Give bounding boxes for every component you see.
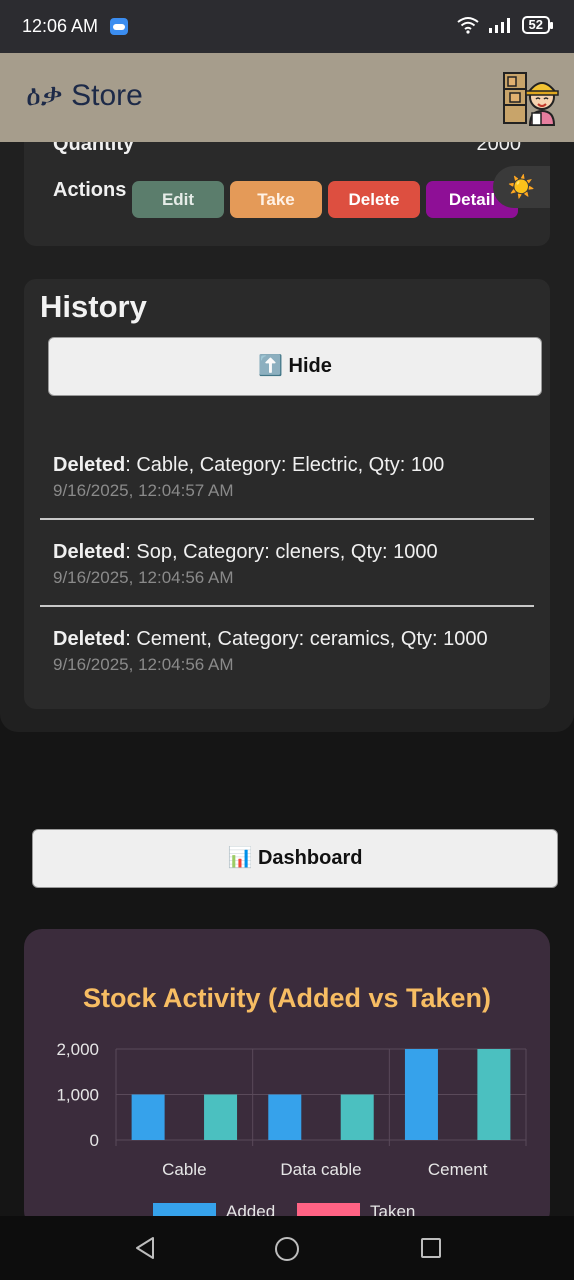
y-tick-label: 1,000 <box>56 1086 99 1105</box>
history-entry: Deleted: Sop, Category: cleners, Qty: 10… <box>40 539 534 589</box>
worker-avatar-icon[interactable] <box>502 69 560 127</box>
bar-taken-data-cable <box>340 1094 374 1140</box>
actions-label: Actions <box>53 179 127 201</box>
history-entry: Deleted: Cable, Category: Electric, Qty:… <box>40 452 534 502</box>
app-title: ዕቃ Store <box>26 79 143 112</box>
stock-activity-chart: 01,0002,000Cable Data cable CementAdded Tak… <box>56 1040 527 1221</box>
recent-apps-icon[interactable] <box>421 1238 441 1258</box>
bar-added-cable <box>131 1094 165 1140</box>
bar-taken-cable <box>204 1094 238 1140</box>
history-entry: Deleted: Cement, Category: ceramics, Qty… <box>40 626 500 676</box>
hide-history-button[interactable]: ⬆️ Hide <box>48 337 542 396</box>
bar-added-cement <box>404 1049 438 1140</box>
history-time: 9/16/2025, 12:04:57 AM <box>53 481 234 500</box>
chart-title: Stock Activity (Added vs Taken) <box>82 983 492 1013</box>
history-action: Deleted <box>53 454 126 476</box>
bar-taken-cement <box>477 1049 511 1140</box>
history-text: : Sop, Category: cleners, Qty: 1000 <box>125 541 438 563</box>
edit-button[interactable]: Edit <box>132 181 224 218</box>
history-time: 9/16/2025, 12:04:56 AM <box>53 568 234 587</box>
dashboard-button[interactable]: 📊 Dashboard <box>32 829 558 888</box>
navigation-bar <box>0 1216 574 1280</box>
x-tick-label: Data cable <box>280 1160 361 1179</box>
x-tick-label: Cement <box>428 1160 488 1179</box>
bar-added-data-cable <box>268 1094 302 1140</box>
delete-button[interactable]: Delete <box>328 181 420 218</box>
signal-icon <box>488 18 510 33</box>
y-tick-label: 0 <box>90 1131 99 1150</box>
divider <box>40 605 534 607</box>
history-text: : Cable, Category: Electric, Qty: 100 <box>125 454 445 476</box>
status-icons: 52 <box>456 16 554 34</box>
back-icon[interactable] <box>134 1236 156 1260</box>
battery-icon: 52 <box>521 16 554 34</box>
x-tick-label: Cable <box>162 1160 206 1179</box>
history-action: Deleted <box>53 541 126 563</box>
history-action: Deleted <box>53 628 126 650</box>
divider <box>40 518 534 520</box>
history-title: History <box>40 289 147 324</box>
app-bar: ዕቃ Store <box>0 53 574 142</box>
wifi-icon <box>456 17 479 34</box>
theme-toggle-sun-icon[interactable]: ☀️ <box>493 166 550 208</box>
cloud-icon <box>110 18 128 35</box>
take-button[interactable]: Take <box>230 181 322 218</box>
history-text: : Cement, Category: ceramics, Qty: 1000 <box>125 628 488 650</box>
home-icon[interactable] <box>275 1237 299 1261</box>
status-time: 12:06 AM <box>22 16 99 36</box>
y-tick-label: 2,000 <box>56 1040 99 1059</box>
history-time: 9/16/2025, 12:04:56 AM <box>53 655 234 674</box>
status-bar: 12:06 AM 52 <box>0 0 574 53</box>
